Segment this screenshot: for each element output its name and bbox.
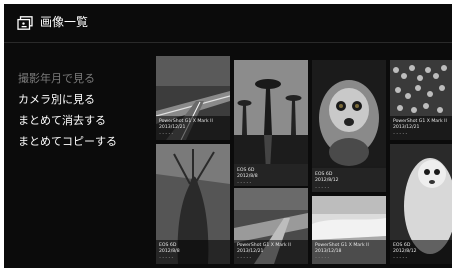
photo-thumbnail[interactable]: PowerShot G1 X Mark II 2013/12/18 ••••• xyxy=(312,196,386,264)
date-label: 2012/8/12 xyxy=(315,178,339,183)
photo-thumbnail[interactable]: PowerShot G1 X Mark II 2013/12/21 ••••• xyxy=(156,56,230,140)
rating-dots: ••••• xyxy=(393,132,409,136)
photo-thumbnail[interactable]: PowerShot G1 X Mark II 2013/12/21 ••••• xyxy=(234,188,308,264)
date-label: 2012/8/12 xyxy=(393,249,417,254)
date-label: 2013/12/21 xyxy=(159,125,186,130)
date-label: 2013/12/18 xyxy=(315,249,342,254)
photo-caption-panel: EOS 6D 2012/8/12 ••••• xyxy=(312,168,386,192)
date-label: 2013/12/21 xyxy=(393,125,420,130)
rating-dots: ••••• xyxy=(393,256,409,260)
date-label: 2013/12/21 xyxy=(237,249,264,254)
title-bar: 画像一覧 xyxy=(4,4,452,43)
rating-dots: ••••• xyxy=(237,181,253,185)
photo-thumbnail[interactable]: EOS 6D 2012/8/12 ••••• xyxy=(390,144,452,264)
rating-dots: ••••• xyxy=(159,256,175,260)
photo-image xyxy=(234,60,308,180)
rating-dots: ••••• xyxy=(315,256,331,260)
date-label: 2012/8/8 xyxy=(237,174,258,179)
tv-screen: 画像一覧 撮影年月で見る カメラ別に見る まとめて消去する まとめてコピーする … xyxy=(4,4,452,268)
photo-thumbnail[interactable]: EOS 6D 2012/8/8 ••••• xyxy=(156,144,230,264)
sidebar-menu: 撮影年月で見る カメラ別に見る まとめて消去する まとめてコピーする xyxy=(18,68,153,152)
menu-item-by-camera[interactable]: カメラ別に見る xyxy=(18,89,153,110)
photo-album-icon xyxy=(17,16,33,30)
date-label: 2012/8/8 xyxy=(159,249,180,254)
rating-dots: ••••• xyxy=(159,132,175,136)
photo-image xyxy=(312,60,386,166)
rating-dots: ••••• xyxy=(237,256,253,260)
photo-thumbnail[interactable]: PowerShot G1 X Mark II 2013/12/21 ••••• xyxy=(390,60,452,140)
menu-item-bulk-delete[interactable]: まとめて消去する xyxy=(18,110,153,131)
menu-item-by-shooting-date[interactable]: 撮影年月で見る xyxy=(18,68,153,89)
photo-thumbnail[interactable] xyxy=(234,60,308,180)
photo-grid: PowerShot G1 X Mark II 2013/12/21 ••••• … xyxy=(156,56,452,268)
photo-thumbnail[interactable]: EOS 6D 2012/8/8 ••••• xyxy=(234,164,308,186)
page-title: 画像一覧 xyxy=(40,15,89,29)
rating-dots: ••••• xyxy=(315,186,331,190)
menu-item-bulk-copy[interactable]: まとめてコピーする xyxy=(18,131,153,152)
